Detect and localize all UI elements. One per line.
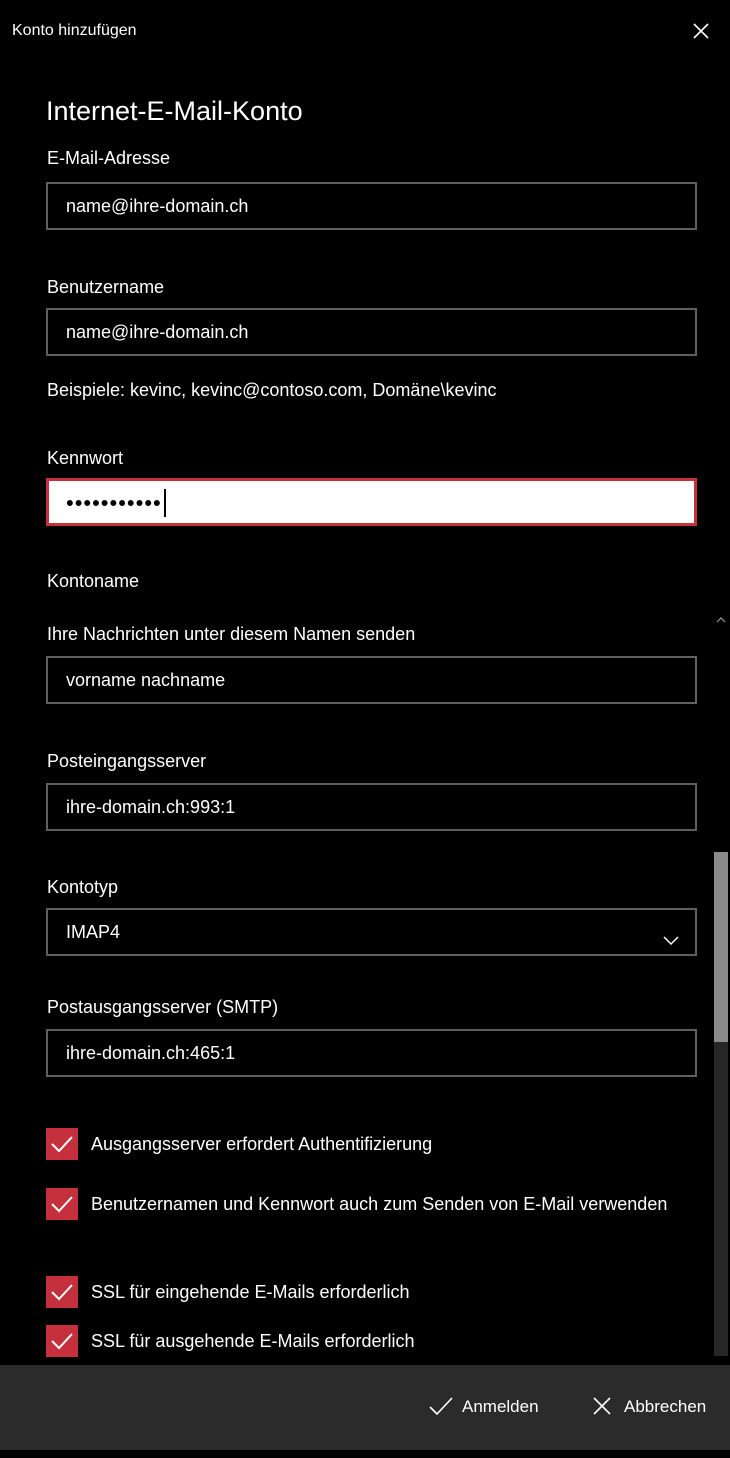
window-title: Konto hinzufügen xyxy=(12,22,137,39)
same-credentials-label: Benutzernamen und Kennwort auch zum Send… xyxy=(91,1194,668,1214)
text-caret xyxy=(163,489,166,518)
password-field[interactable]: ••••••••••• xyxy=(46,478,697,526)
footer-bar: Anmelden Abbrechen xyxy=(0,1365,730,1450)
password-value: ••••••••••• xyxy=(66,490,162,516)
email-field[interactable]: name@ihre-domain.ch xyxy=(46,182,697,230)
username-value: name@ihre-domain.ch xyxy=(66,322,249,342)
account-type-select[interactable]: IMAP4 xyxy=(46,908,697,956)
signin-button[interactable]: Anmelden xyxy=(428,1393,553,1423)
require-auth-label: Ausgangsserver erfordert Authentifizieru… xyxy=(91,1134,433,1154)
outgoing-server-value: ihre-domain.ch:465:1 xyxy=(66,1043,236,1063)
scrollbar[interactable] xyxy=(712,604,730,1458)
page-title: Internet-E-Mail-Konto xyxy=(46,96,303,126)
email-label: E-Mail-Adresse xyxy=(47,148,171,168)
ssl-incoming-label: SSL für eingehende E-Mails erforderlich xyxy=(91,1282,410,1302)
same-credentials-checkbox[interactable] xyxy=(46,1188,78,1220)
checkmark-icon xyxy=(51,1333,73,1350)
display-name-label: Ihre Nachrichten unter diesem Namen send… xyxy=(47,624,416,644)
username-hint: Beispiele: kevinc, kevinc@contoso.com, D… xyxy=(47,380,497,400)
outgoing-server-field[interactable]: ihre-domain.ch:465:1 xyxy=(46,1029,697,1077)
close-icon xyxy=(593,1397,611,1415)
incoming-server-label: Posteingangsserver xyxy=(47,751,207,771)
username-label: Benutzername xyxy=(47,277,165,297)
ssl-incoming-checkbox[interactable] xyxy=(46,1276,78,1308)
title-bar: Konto hinzufügen xyxy=(0,0,730,66)
username-field[interactable]: name@ihre-domain.ch xyxy=(46,308,697,356)
display-name-field[interactable]: vorname nachname xyxy=(46,656,697,704)
chevron-down-icon xyxy=(661,922,681,946)
signin-label: Anmelden xyxy=(462,1397,539,1416)
outgoing-server-label: Postausgangsserver (SMTP) xyxy=(47,997,279,1017)
checkmark-icon xyxy=(51,1136,73,1153)
incoming-server-value: ihre-domain.ch:993:1 xyxy=(66,797,236,817)
account-type-value: IMAP4 xyxy=(66,922,121,942)
display-name-value: vorname nachname xyxy=(66,670,226,690)
password-label: Kennwort xyxy=(47,448,124,468)
email-value: name@ihre-domain.ch xyxy=(66,196,249,216)
account-type-label: Kontotyp xyxy=(47,877,119,897)
checkmark-icon xyxy=(51,1284,73,1301)
close-icon[interactable] xyxy=(688,18,714,44)
ssl-outgoing-checkbox[interactable] xyxy=(46,1325,78,1357)
cancel-label: Abbrechen xyxy=(624,1397,707,1416)
ssl-outgoing-label: SSL für ausgehende E-Mails erforderlich xyxy=(91,1331,415,1351)
incoming-server-field[interactable]: ihre-domain.ch:993:1 xyxy=(46,783,697,831)
cancel-button[interactable]: Abbrechen xyxy=(590,1393,725,1423)
scroll-up-arrow-icon[interactable] xyxy=(716,612,726,623)
require-auth-checkbox[interactable] xyxy=(46,1128,78,1160)
account-name-label: Kontoname xyxy=(47,571,140,591)
scrollbar-thumb[interactable] xyxy=(714,852,728,1042)
checkmark-icon xyxy=(429,1397,453,1416)
checkmark-icon xyxy=(51,1196,73,1213)
